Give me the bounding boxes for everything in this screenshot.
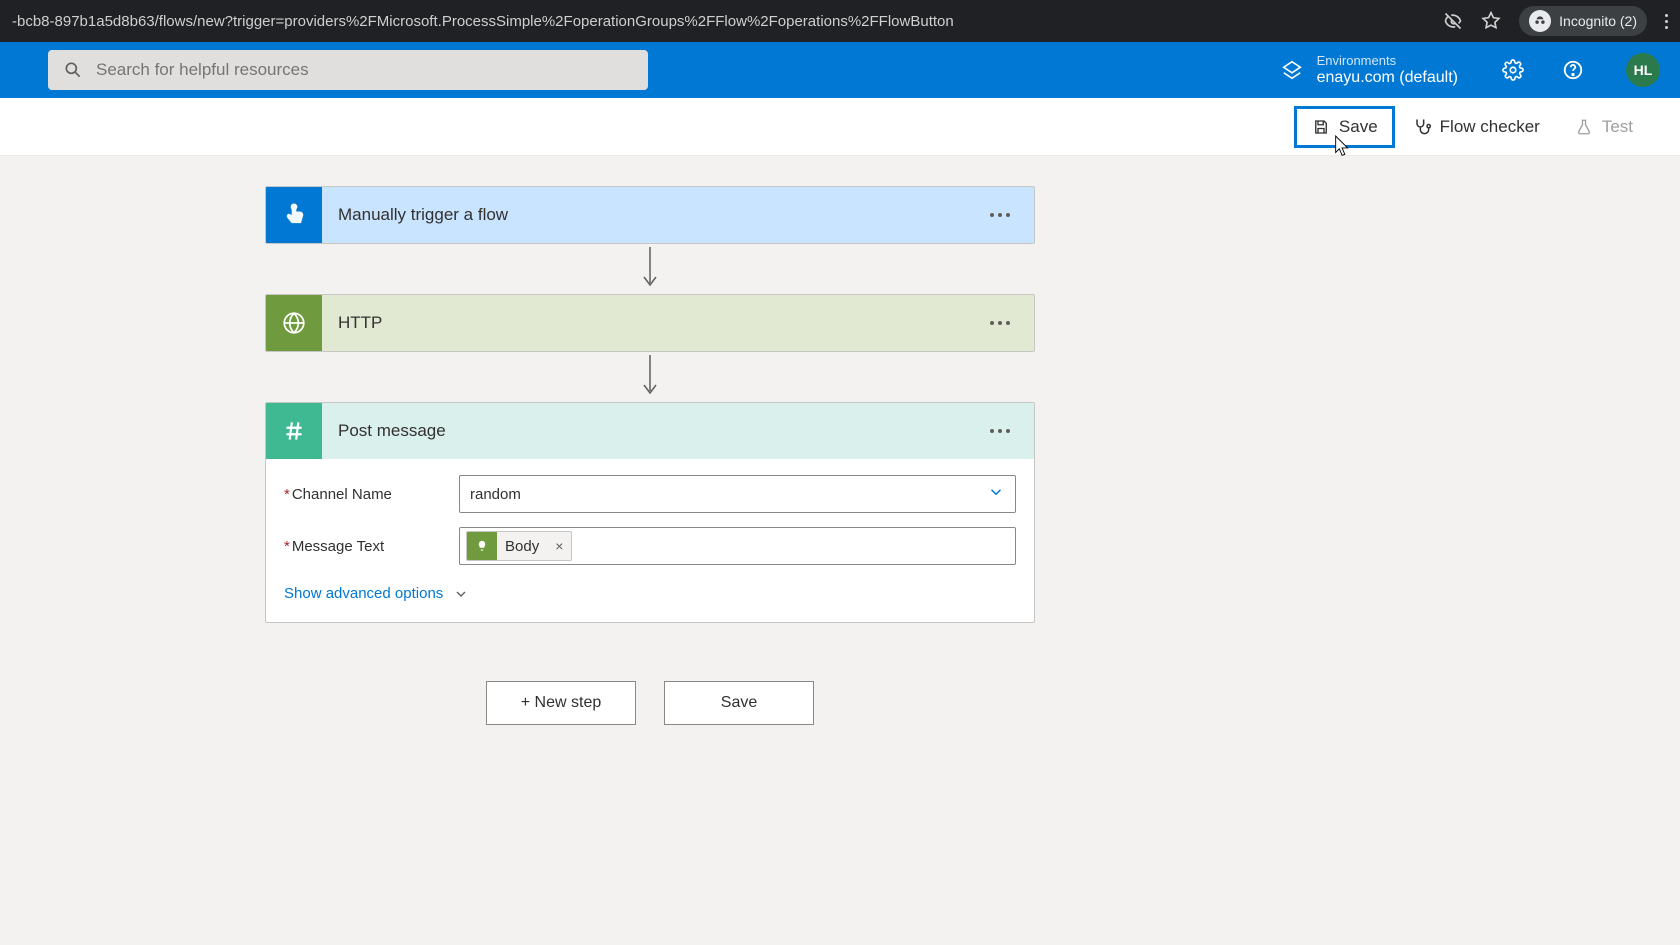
manual-trigger-icon (266, 187, 322, 243)
dynamic-token-body[interactable]: Body × (466, 531, 572, 561)
step-http[interactable]: HTTP (265, 294, 1035, 352)
step-http-menu[interactable] (982, 313, 1018, 333)
token-label: Body (497, 538, 547, 555)
search-box[interactable] (48, 50, 648, 90)
message-text-input[interactable]: Body × (459, 527, 1016, 565)
globe-icon (266, 295, 322, 351)
search-input[interactable] (96, 60, 634, 80)
environment-icon (1281, 59, 1303, 81)
gear-icon[interactable] (1502, 59, 1524, 81)
help-icon[interactable] (1562, 59, 1584, 81)
environment-picker[interactable]: Environments enayu.com (default) (1281, 53, 1458, 88)
save-icon (1311, 117, 1331, 137)
save-label: Save (1339, 117, 1378, 137)
stethoscope-icon (1412, 117, 1432, 137)
token-remove[interactable]: × (547, 538, 571, 554)
channel-name-label: *Channel Name (284, 486, 439, 503)
message-text-label: *Message Text (284, 538, 439, 555)
browser-menu-icon[interactable] (1665, 14, 1668, 29)
avatar[interactable]: HL (1626, 53, 1660, 87)
save-flow-button[interactable]: Save (664, 681, 814, 725)
command-bar: Save Flow checker Test (0, 98, 1680, 156)
incognito-label: Incognito (2) (1559, 13, 1637, 29)
save-button[interactable]: Save (1294, 106, 1395, 148)
step-post-title: Post message (322, 421, 982, 441)
test-label: Test (1602, 117, 1633, 137)
search-icon (62, 59, 84, 81)
browser-chrome-right: Incognito (2) (1443, 6, 1668, 36)
connector-arrow-2[interactable] (638, 352, 662, 402)
flask-icon (1574, 117, 1594, 137)
connector-arrow-1[interactable] (638, 244, 662, 294)
channel-name-dropdown[interactable]: random (459, 475, 1016, 513)
flow-checker-label: Flow checker (1440, 117, 1540, 137)
hash-icon (266, 403, 322, 459)
new-step-button[interactable]: + New step (486, 681, 636, 725)
show-advanced-options[interactable]: Show advanced options (284, 579, 1016, 602)
step-post-message[interactable]: Post message *Channel Name random *Messa… (265, 402, 1035, 623)
chevron-down-icon (987, 483, 1005, 506)
star-icon[interactable] (1481, 11, 1501, 31)
browser-url: -bcb8-897b1a5d8b63/flows/new?trigger=pro… (12, 13, 1443, 30)
channel-name-value: random (470, 486, 521, 503)
flow-canvas: Manually trigger a flow HTTP (0, 156, 1680, 755)
incognito-icon (1529, 10, 1551, 32)
browser-chrome: -bcb8-897b1a5d8b63/flows/new?trigger=pro… (0, 0, 1680, 42)
eye-off-icon[interactable] (1443, 11, 1463, 31)
step-trigger-menu[interactable] (982, 205, 1018, 225)
incognito-indicator[interactable]: Incognito (2) (1519, 6, 1647, 36)
flow-checker-button[interactable]: Flow checker (1395, 106, 1557, 148)
step-post-menu[interactable] (982, 421, 1018, 441)
test-button[interactable]: Test (1557, 106, 1650, 148)
environment-label: Environments (1317, 53, 1458, 69)
step-trigger[interactable]: Manually trigger a flow (265, 186, 1035, 244)
step-http-title: HTTP (322, 313, 982, 333)
lightbulb-icon (467, 531, 497, 561)
environment-value: enayu.com (default) (1317, 68, 1458, 87)
step-trigger-title: Manually trigger a flow (322, 205, 982, 225)
app-header: Environments enayu.com (default) HL (0, 42, 1680, 98)
